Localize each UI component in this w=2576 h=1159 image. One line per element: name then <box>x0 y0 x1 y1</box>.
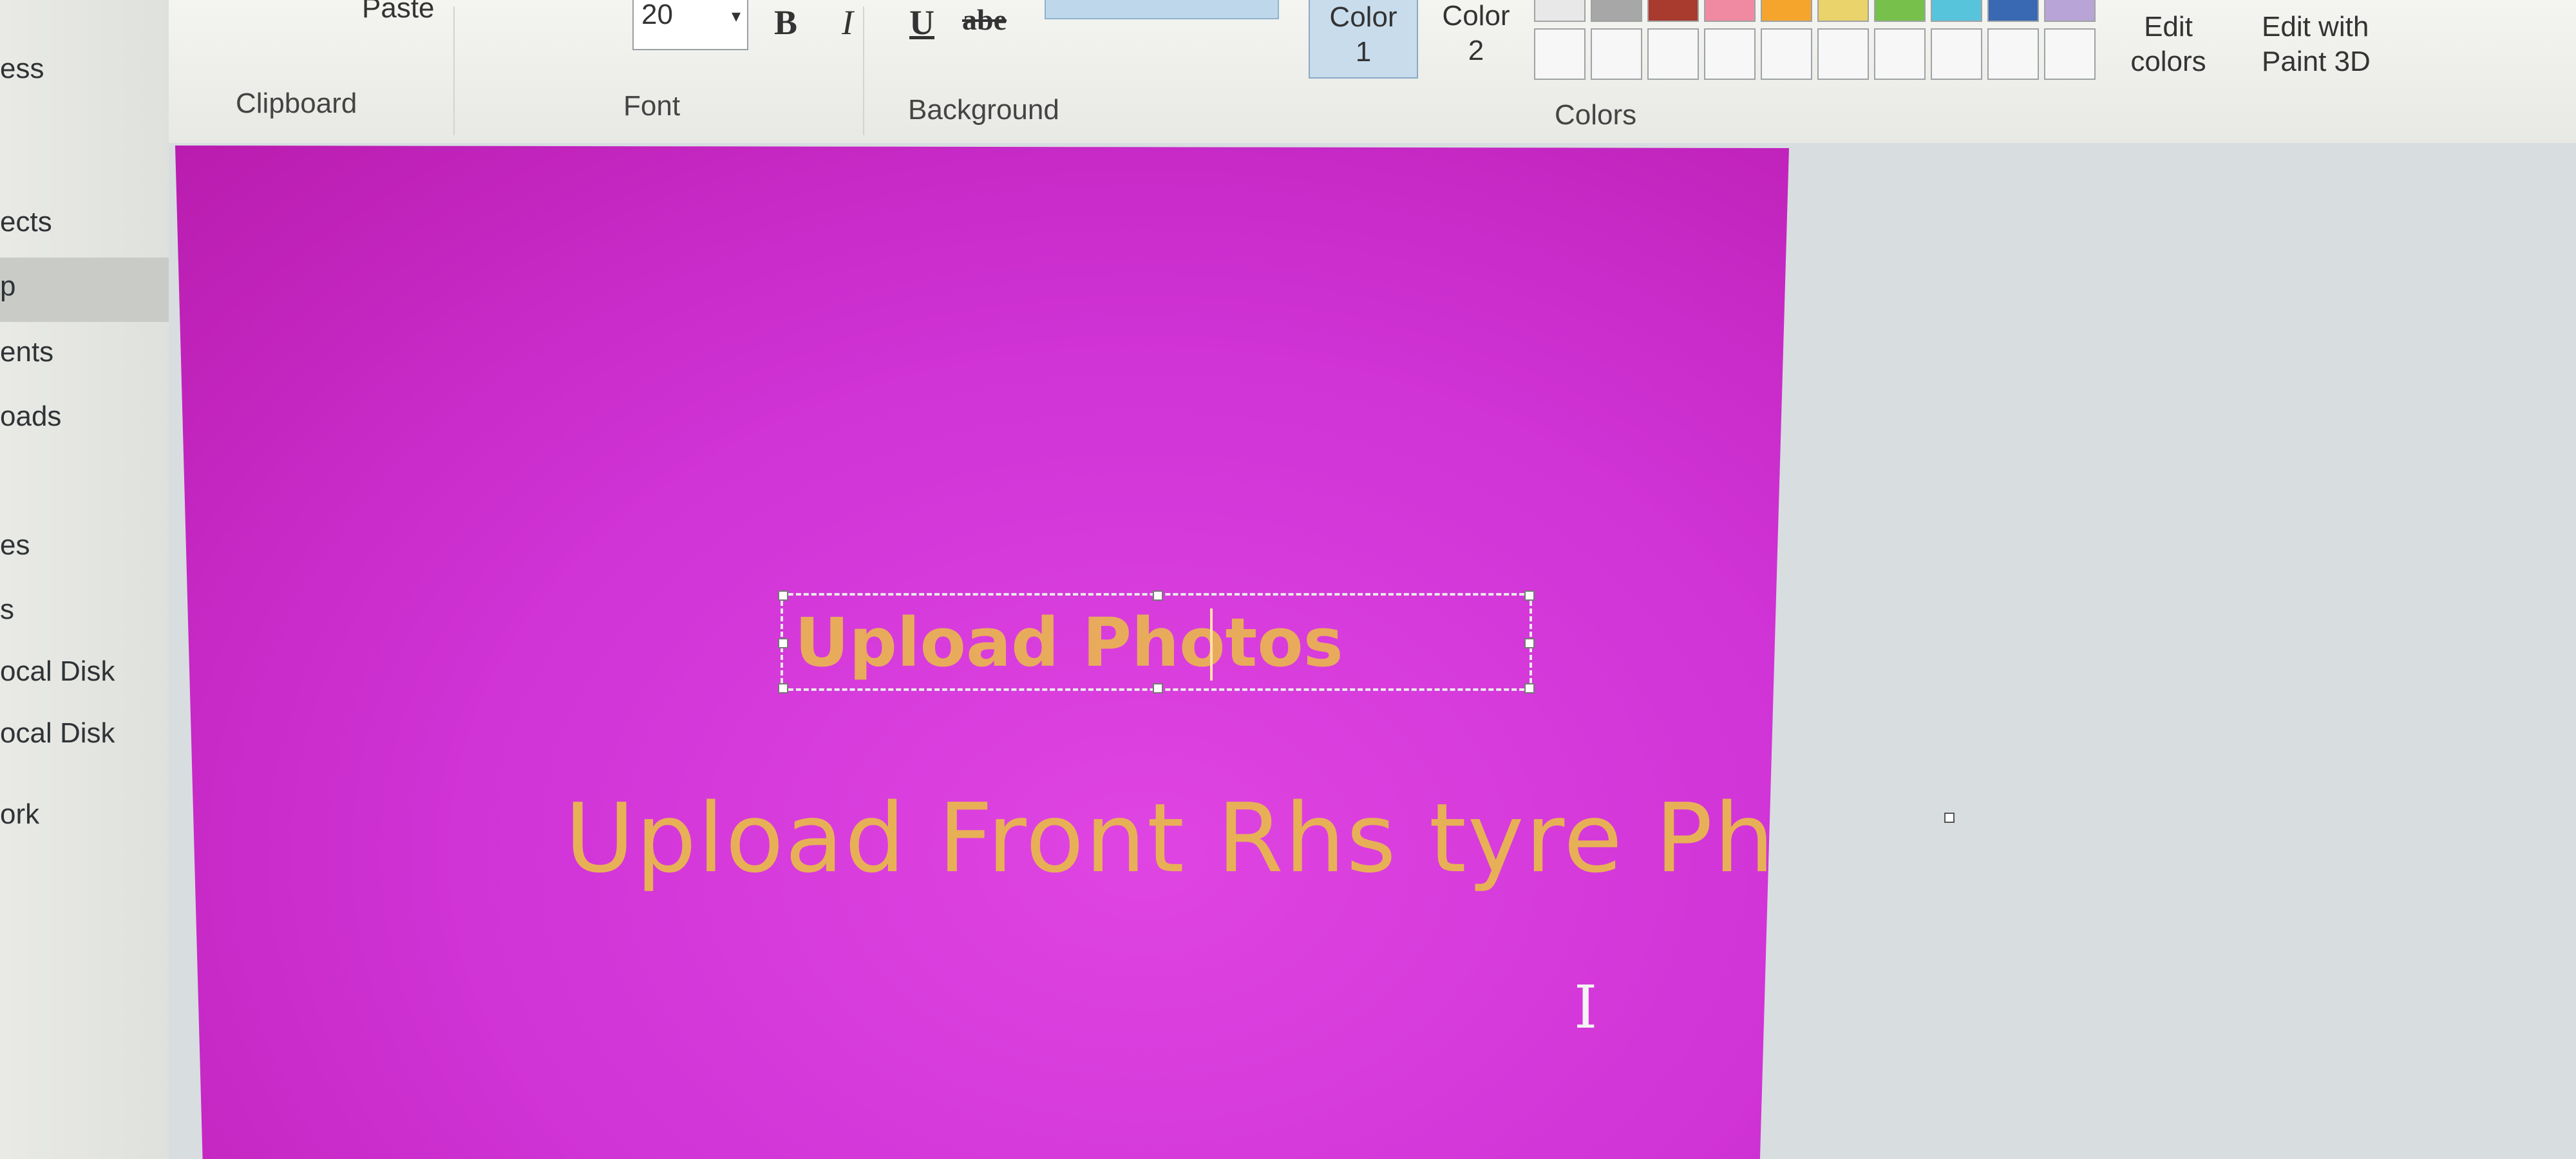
edit-colors-label-2: colors <box>2130 46 2206 77</box>
bold-button[interactable]: B <box>774 3 797 42</box>
text-box-content[interactable]: Upload Photos <box>795 603 1343 682</box>
palette-color-swatch[interactable] <box>2044 0 2096 22</box>
strikethrough-button[interactable]: abe <box>962 3 1007 37</box>
nav-item-objects[interactable]: ects <box>0 206 52 238</box>
resize-handle[interactable] <box>1524 683 1535 693</box>
resize-handle[interactable] <box>778 590 788 601</box>
edit-with-paint3d-button[interactable]: Edit with Paint 3D <box>2262 10 2371 79</box>
color-1-button[interactable]: Color 1 <box>1309 0 1418 79</box>
resize-handle[interactable] <box>1153 683 1163 693</box>
edit-paint3d-label-2: Paint 3D <box>2262 46 2371 77</box>
resize-handle[interactable] <box>1524 590 1535 601</box>
canvas-rendered-text: Upload Front Rhs tyre Photo <box>565 783 1934 894</box>
resize-handle[interactable] <box>1153 590 1163 601</box>
resize-handle[interactable] <box>778 683 788 693</box>
palette-color-swatch[interactable] <box>1931 0 1982 22</box>
nav-item-local-disk-d[interactable]: ocal Disk <box>0 717 115 749</box>
edit-paint3d-label-1: Edit with <box>2262 11 2369 42</box>
nav-item-pictures[interactable]: es <box>0 529 30 561</box>
edit-colors-button[interactable]: Edit colors <box>2130 10 2207 79</box>
text-box-selection[interactable]: Upload Photos <box>778 590 1535 693</box>
underline-button[interactable]: U <box>909 3 934 42</box>
resize-handle[interactable] <box>778 638 788 648</box>
canvas-resize-handle[interactable] <box>1944 813 1955 823</box>
nav-item-videos[interactable]: s <box>0 594 14 626</box>
custom-color-slot[interactable] <box>2044 28 2096 80</box>
nav-item-network[interactable]: ork <box>0 798 39 831</box>
palette-color-swatch[interactable] <box>1534 0 1586 22</box>
custom-color-slot[interactable] <box>1817 28 1869 80</box>
custom-color-slot[interactable] <box>1761 28 1812 80</box>
resize-handle[interactable] <box>1524 638 1535 648</box>
clipboard-group-label: Clipboard <box>236 88 357 119</box>
chevron-down-icon: ▾ <box>731 6 741 26</box>
navigation-pane: ess ects p ents oads es s ocal Disk ocal… <box>0 0 169 1159</box>
color-1-number: 1 <box>1355 36 1372 68</box>
palette-color-swatch[interactable] <box>1987 0 2039 22</box>
italic-button[interactable]: I <box>842 3 853 42</box>
drawing-canvas[interactable]: Upload Photos Upload Front Rhs tyre Phot… <box>175 146 1789 1159</box>
palette-color-swatch[interactable] <box>1761 0 1812 22</box>
canvas-workspace: Upload Photos Upload Front Rhs tyre Phot… <box>169 143 2576 1159</box>
custom-color-slot[interactable] <box>1534 28 1586 80</box>
i-beam-cursor-icon: I <box>1574 973 1598 1042</box>
paste-button[interactable]: Paste <box>362 0 435 24</box>
nav-item-documents[interactable]: ents <box>0 336 53 368</box>
color-2-number: 2 <box>1468 35 1484 66</box>
palette-color-swatch[interactable] <box>1817 0 1869 22</box>
nav-item-selected-highlight <box>0 258 169 322</box>
nav-item-local-disk-c[interactable]: ocal Disk <box>0 655 115 688</box>
custom-color-slot[interactable] <box>1647 28 1699 80</box>
nav-item-downloads[interactable]: oads <box>0 400 61 433</box>
palette-color-swatch[interactable] <box>1704 0 1756 22</box>
text-caret <box>1210 608 1213 681</box>
custom-color-slot[interactable] <box>1987 28 2039 80</box>
color-1-label: Color <box>1329 1 1397 33</box>
colors-group-label: Colors <box>1555 99 1637 131</box>
custom-color-slot[interactable] <box>1931 28 1982 80</box>
background-group-label: Background <box>908 94 1059 126</box>
edit-colors-label-1: Edit <box>2144 11 2193 42</box>
custom-color-slot[interactable] <box>1591 28 1642 80</box>
font-size-value: 20 <box>641 0 673 30</box>
background-selector[interactable] <box>1045 0 1279 19</box>
group-divider <box>863 6 864 135</box>
palette-color-swatch[interactable] <box>1874 0 1926 22</box>
color-palette-row <box>1534 0 2101 22</box>
ribbon-toolbar: Paste Clipboard 20 ▾ B I U abe Font Back… <box>169 0 2576 144</box>
palette-color-swatch[interactable] <box>1591 0 1642 22</box>
nav-item-desktop[interactable]: p <box>0 270 15 303</box>
font-group-label: Font <box>623 90 681 122</box>
custom-color-slot[interactable] <box>1704 28 1756 80</box>
font-size-dropdown[interactable]: 20 ▾ <box>632 0 748 50</box>
palette-color-swatch[interactable] <box>1647 0 1699 22</box>
nav-item-quick-access[interactable]: ess <box>0 53 44 85</box>
custom-color-row <box>1534 28 2101 81</box>
color-2-label: Color <box>1442 0 1510 32</box>
custom-color-slot[interactable] <box>1874 28 1926 80</box>
group-divider <box>453 6 455 135</box>
color-2-button[interactable]: Color 2 <box>1421 0 1531 79</box>
